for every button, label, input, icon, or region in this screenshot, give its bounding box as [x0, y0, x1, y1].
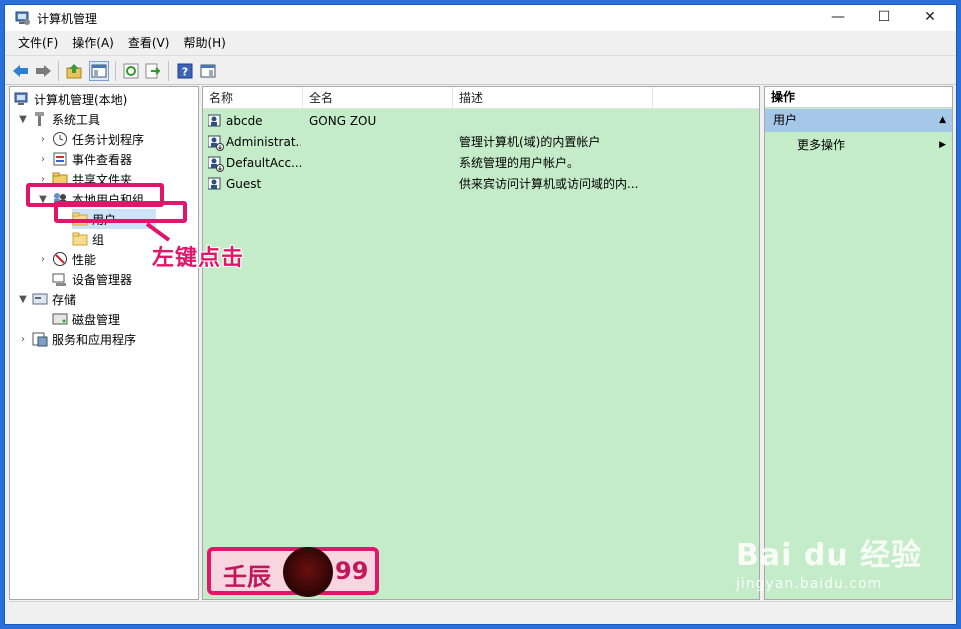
up-icon[interactable]: [65, 61, 85, 81]
tree-item-root[interactable]: 计算机管理(本地): [14, 89, 127, 109]
help-icon[interactable]: ?: [175, 61, 195, 81]
chevron-right-icon[interactable]: ›: [36, 252, 50, 266]
minimize-button[interactable]: —: [815, 5, 861, 29]
user-full-name: GONG ZOU: [309, 114, 377, 128]
tree-item-label: 任务计划程序: [72, 132, 145, 147]
user-name: DefaultAcc...: [226, 156, 301, 170]
clock-icon: [52, 131, 68, 147]
menu-bar: 文件(F) 操作(A) 查看(V) 帮助(H): [5, 32, 956, 54]
list-header: 名称 全名 描述: [203, 87, 759, 109]
column-description[interactable]: 描述: [453, 87, 653, 109]
list-item-administrator[interactable]: Administrat... 管理计算机(域)的内置帐户: [203, 132, 759, 153]
tree-item-label: 组: [92, 232, 105, 247]
toolbar: ?: [5, 55, 956, 85]
close-button[interactable]: ✕: [907, 5, 953, 29]
list-item-defaultaccount[interactable]: DefaultAcc... 系统管理的用户帐户。: [203, 153, 759, 174]
collapse-up-icon[interactable]: ▲: [939, 109, 946, 132]
dragon-logo-icon: [283, 547, 333, 597]
status-bar: [9, 601, 953, 621]
author-badge: 壬辰 99: [207, 547, 379, 597]
user-description: 供来宾访问计算机或访问域的内...: [459, 177, 639, 191]
column-name[interactable]: 名称: [203, 87, 303, 109]
tree-item-label: 磁盘管理: [72, 312, 121, 327]
list-item-abcde[interactable]: abcde GONG ZOU: [203, 111, 759, 132]
properties-icon[interactable]: [198, 61, 218, 81]
chevron-right-icon[interactable]: ›: [36, 152, 50, 166]
console-tree: 计算机管理(本地) ▼ 系统工具 › 任务计划程序 › 事件查看器 › 共享文件…: [9, 86, 199, 600]
export-icon[interactable]: [143, 61, 163, 81]
list-item-guest[interactable]: Guest 供来宾访问计算机或访问域的内...: [203, 174, 759, 195]
actions-section-label: 用户: [773, 113, 798, 127]
menu-action[interactable]: 操作(A): [65, 32, 121, 54]
user-icon: [208, 114, 221, 127]
tree-item-system-tools[interactable]: ▼ 系统工具: [16, 109, 100, 129]
computer-management-icon: [14, 91, 30, 107]
chevron-down-icon[interactable]: ▼: [16, 292, 30, 306]
baidu-watermark: Bai du 经验 jingyan.baidu.com: [736, 530, 922, 592]
tree-item-disk-management[interactable]: 磁盘管理: [52, 309, 120, 329]
title-bar: 计算机管理 — ☐ ✕: [5, 5, 956, 31]
badge-text-left: 壬辰: [223, 562, 271, 591]
actions-header: 操作: [765, 87, 952, 108]
tools-icon: [32, 111, 48, 127]
services-icon: [32, 331, 48, 347]
tree-item-event-viewer[interactable]: › 事件查看器: [36, 149, 132, 169]
actions-pane: 操作 用户 ▲ 更多操作 ▶: [764, 86, 953, 600]
window-title: 计算机管理: [37, 12, 98, 26]
user-description: 系统管理的用户帐户。: [459, 156, 580, 170]
tree-item-label: 系统工具: [52, 112, 101, 127]
refresh-icon[interactable]: [121, 61, 141, 81]
tree-item-label: 存储: [52, 292, 77, 307]
svg-text:?: ?: [182, 66, 188, 79]
chevron-right-icon[interactable]: ›: [36, 132, 50, 146]
tree-item-label: 计算机管理(本地): [34, 92, 128, 107]
column-full-name[interactable]: 全名: [303, 87, 453, 109]
user-name: abcde: [226, 114, 263, 128]
more-actions-item[interactable]: 更多操作 ▶: [765, 135, 952, 155]
tree-item-performance[interactable]: › 性能: [36, 249, 96, 269]
forward-icon[interactable]: [33, 61, 53, 81]
more-actions-label: 更多操作: [797, 138, 846, 152]
device-manager-icon: [52, 271, 68, 287]
chevron-down-icon[interactable]: ▼: [16, 112, 30, 126]
tree-item-groups[interactable]: 组: [72, 229, 104, 249]
folder-icon: [72, 231, 88, 247]
tree-item-device-manager[interactable]: 设备管理器: [52, 269, 132, 289]
disabled-user-icon: [208, 156, 224, 172]
tree-item-storage[interactable]: ▼ 存储: [16, 289, 76, 309]
tree-item-label: 服务和应用程序: [52, 332, 137, 347]
menu-file[interactable]: 文件(F): [11, 32, 65, 54]
storage-icon: [32, 291, 48, 307]
tree-item-label: 事件查看器: [72, 152, 133, 167]
performance-icon: [52, 251, 68, 267]
menu-help[interactable]: 帮助(H): [176, 32, 232, 54]
callout-text: 左键点击: [152, 245, 245, 271]
maximize-button[interactable]: ☐: [861, 5, 907, 29]
user-name: Administrat...: [226, 135, 301, 149]
badge-text-right: 99: [335, 557, 369, 585]
tree-item-label: 性能: [72, 252, 97, 267]
back-icon[interactable]: [11, 61, 31, 81]
watermark-sub: jingyan.baidu.com: [736, 576, 883, 592]
chevron-right-icon[interactable]: ›: [16, 332, 30, 346]
computer-management-icon: [15, 11, 30, 25]
chevron-right-icon: ▶: [939, 140, 946, 150]
disk-icon: [52, 311, 68, 327]
user-name: Guest: [226, 177, 262, 191]
event-viewer-icon: [52, 151, 68, 167]
watermark-main: Bai du 经验: [736, 538, 923, 573]
show-tree-icon[interactable]: [89, 61, 109, 81]
menu-view[interactable]: 查看(V): [121, 32, 177, 54]
user-icon: [208, 177, 221, 190]
user-description: 管理计算机(域)的内置帐户: [459, 135, 601, 149]
highlight-users: [54, 201, 187, 223]
tree-item-task-scheduler[interactable]: › 任务计划程序: [36, 129, 144, 149]
disabled-user-icon: [208, 135, 224, 151]
user-list: 名称 全名 描述 abcde GONG ZOU Administrat... 管…: [202, 86, 760, 600]
actions-section-users[interactable]: 用户 ▲: [765, 109, 952, 132]
tree-item-label: 设备管理器: [72, 272, 133, 287]
tree-item-services-apps[interactable]: › 服务和应用程序: [16, 329, 136, 349]
